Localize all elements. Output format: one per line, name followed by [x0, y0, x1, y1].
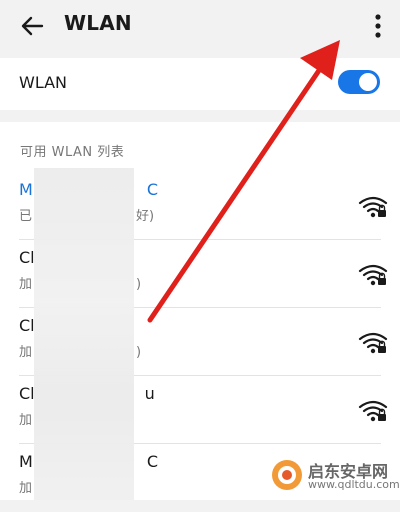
site-watermark: 启东安卓网 www.qdltdu.com [266, 456, 400, 496]
network-name-end: C [146, 452, 158, 471]
network-name-start: M [19, 180, 33, 199]
more-vertical-icon[interactable] [364, 10, 392, 42]
wlan-toggle-label: WLAN [19, 73, 68, 92]
network-name-start: Cl [19, 316, 35, 335]
wifi-lock-icon [358, 196, 388, 218]
privacy-blur-mask [34, 168, 134, 500]
app-bar: WLAN [0, 0, 400, 52]
watermark-logo-icon [272, 460, 302, 490]
network-name-end: u [144, 384, 155, 403]
wlan-switch[interactable] [338, 70, 380, 94]
network-status-start: 加 [19, 277, 33, 292]
wifi-lock-icon [358, 400, 388, 422]
network-status-start: 已 [19, 209, 33, 224]
arrow-back-icon[interactable] [18, 12, 46, 40]
network-name-start: Cl [19, 384, 35, 403]
network-name-end: C [146, 180, 158, 199]
wifi-lock-icon [358, 332, 388, 354]
watermark-url: www.qdltdu.com [308, 478, 400, 491]
switch-knob [359, 73, 377, 91]
network-name-start: M [19, 452, 33, 471]
network-status: 加 [19, 477, 32, 496]
wlan-toggle-row[interactable]: WLAN [0, 58, 400, 110]
network-status-start: 加 [19, 413, 33, 428]
network-status-end: ) [136, 345, 142, 360]
network-status-start: 加 [19, 345, 33, 360]
network-status-start: 加 [19, 481, 33, 496]
page-title: WLAN [64, 11, 132, 35]
wifi-lock-icon [358, 264, 388, 286]
network-status-end: ) [136, 277, 142, 292]
network-status-end: 好) [136, 209, 155, 224]
section-header: 可用 WLAN 列表 [20, 145, 125, 160]
network-name-start: Cl [19, 248, 35, 267]
